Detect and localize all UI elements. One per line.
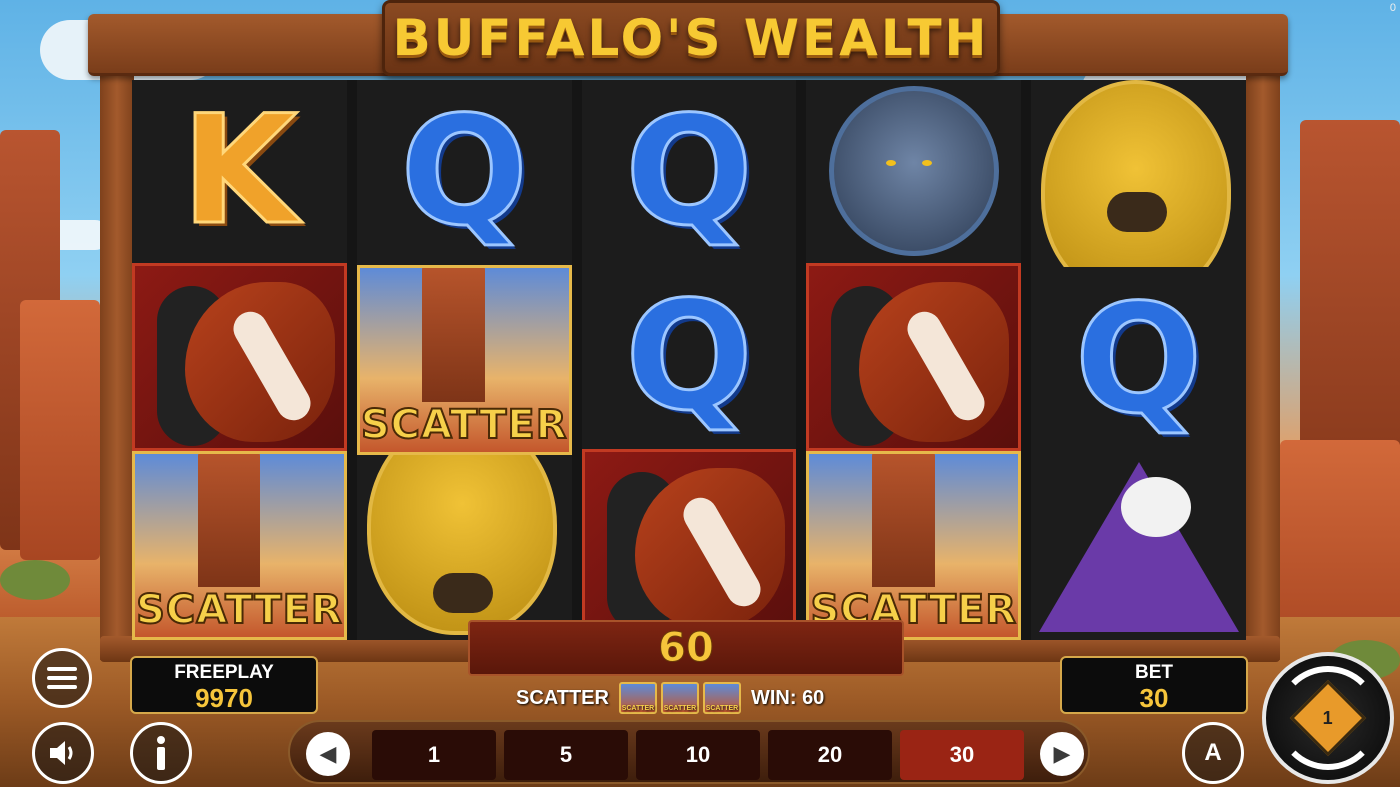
bet-value: 30: [1139, 683, 1169, 713]
autoplay-button[interactable]: A: [1182, 722, 1244, 784]
symbol-horse: [581, 449, 797, 641]
sound-button[interactable]: [32, 722, 94, 784]
reel-1: K SCATTER: [132, 80, 347, 641]
symbol-k-glyph: K: [180, 84, 299, 259]
scatter-label: SCATTER: [360, 401, 568, 449]
symbol-q: Q: [1031, 267, 1246, 454]
win-symbol-label: SCATTER: [516, 686, 609, 709]
mini-scatter-icon: SCATTER: [702, 682, 741, 714]
symbol-q-glyph: Q: [1073, 273, 1204, 447]
win-amount: 60: [658, 625, 715, 672]
scatter-label: SCATTER: [135, 586, 343, 634]
bet-option-20[interactable]: 20: [768, 730, 892, 780]
reel-2: Q SCATTER: [356, 80, 572, 640]
symbol-horse: [806, 262, 1022, 452]
menu-button[interactable]: [32, 648, 92, 708]
frame-right: [1246, 70, 1280, 660]
win-text: WIN: 60: [750, 686, 825, 709]
bet-increase-button[interactable]: ▶: [1040, 732, 1084, 776]
autoplay-label: A: [1204, 739, 1222, 766]
hamburger-icon: [47, 667, 77, 689]
frame-left: [100, 70, 134, 660]
symbol-scatter: SCATTER: [132, 451, 347, 641]
spin-arrows-icon: 1: [1276, 666, 1380, 770]
speaker-icon: [50, 741, 73, 765]
symbol-q: Q: [582, 80, 797, 265]
spin-button[interactable]: 1: [1262, 652, 1394, 784]
mini-scatter-group: SCATTER SCATTER SCATTER: [618, 682, 741, 714]
arrow-right-icon: ▶: [1053, 741, 1071, 766]
bet-decrease-button[interactable]: ◀: [306, 732, 350, 776]
win-line-info: SCATTER SCATTER SCATTER SCATTER WIN: 60: [516, 682, 824, 714]
bet-option-5[interactable]: 5: [504, 730, 628, 780]
symbol-q: Q: [582, 265, 797, 450]
bet-label: BET: [1135, 662, 1173, 683]
corner-indicator: 0: [1389, 2, 1396, 14]
symbol-buffalo: [1031, 80, 1246, 267]
symbol-horse: [132, 262, 347, 452]
symbol-q-glyph: Q: [399, 85, 530, 260]
symbol-buffalo: [357, 455, 572, 640]
game-title: BUFFALO'S WEALTH: [392, 9, 990, 67]
balance-value: 9970: [195, 683, 253, 713]
reel-3: Q Q: [581, 80, 797, 641]
mini-scatter-icon: SCATTER: [660, 682, 699, 714]
info-button[interactable]: [130, 722, 192, 784]
symbol-q: Q: [357, 80, 572, 265]
spin-core-icon: 1: [1289, 679, 1367, 757]
reel-4: SCATTER: [806, 80, 1022, 641]
symbol-q-glyph: Q: [624, 270, 755, 444]
info-icon: [157, 736, 165, 770]
reel-5: Q: [1031, 80, 1246, 640]
bet-selector: ◀ 1 5 10 20 30 ▶: [288, 720, 1090, 784]
balance-box: FREEPLAY 9970: [130, 656, 318, 714]
bet-option-30[interactable]: 30: [900, 730, 1024, 780]
reels-grid: K SCATTER Q SCATTER Q Q SCATTER Q: [132, 80, 1246, 641]
symbol-scatter: SCATTER: [356, 264, 572, 456]
bet-option-10[interactable]: 10: [636, 730, 760, 780]
bet-option-1[interactable]: 1: [372, 730, 496, 780]
mini-scatter-icon: SCATTER: [618, 682, 657, 714]
balance-label: FREEPLAY: [174, 662, 274, 683]
symbol-scatter: SCATTER: [806, 451, 1022, 641]
symbol-panther: [806, 80, 1021, 263]
symbol-k: K: [132, 80, 347, 263]
spin-core-label: 1: [1322, 707, 1334, 728]
symbol-eagle: [1031, 453, 1246, 640]
game-title-board: BUFFALO'S WEALTH: [382, 0, 1000, 76]
arrow-left-icon: ◀: [319, 741, 337, 766]
bet-box: BET 30: [1060, 656, 1248, 714]
symbol-q-glyph: Q: [624, 85, 755, 260]
win-amount-bar: 60: [468, 620, 904, 676]
